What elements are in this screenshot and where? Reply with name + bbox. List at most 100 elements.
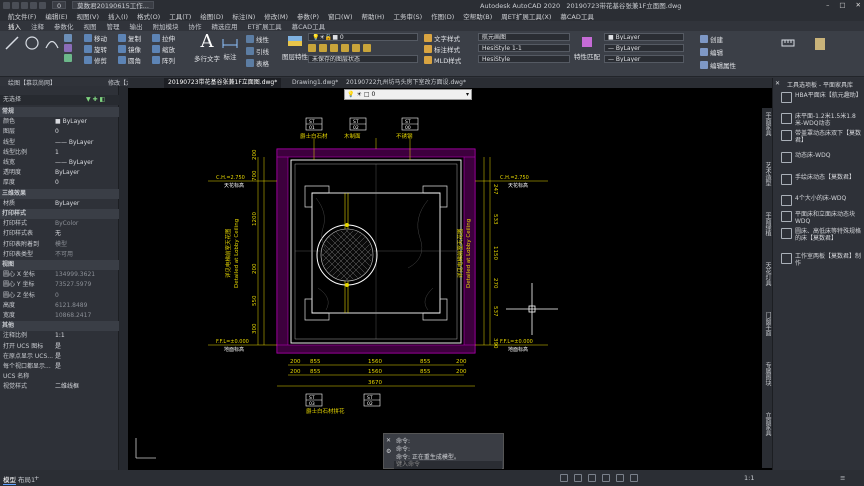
ribbon-tab[interactable]: 协作 (189, 21, 202, 31)
elevation-drawing[interactable]: 200 700 1200 200 550 300 247 533 1150 270 537 390 20… (128, 88, 772, 470)
layer-combo[interactable]: 0 (52, 1, 67, 10)
property-row[interactable]: 透明度 ByLayer (0, 168, 119, 178)
menu-item[interactable]: 工务审(S) (393, 11, 422, 21)
gradient-icon[interactable] (64, 54, 72, 62)
layer-tool-icon[interactable] (341, 44, 349, 52)
add-layout-icon[interactable]: + (34, 474, 39, 482)
modify-button[interactable]: 缩放 (152, 44, 175, 54)
property-row[interactable]: 线型 —— ByLayer (0, 138, 119, 148)
close-icon[interactable]: ✕ (775, 80, 780, 87)
property-row[interactable]: 线型比例 1 (0, 148, 119, 158)
canvas-layer-combo[interactable]: 💡 ☀ □ 0 ▾ (344, 89, 472, 100)
palette-vertical-tab[interactable]: 立面家具 (763, 412, 772, 436)
ribbon-tab[interactable]: 视图 (84, 21, 97, 31)
ribbon-tab[interactable]: ET扩展工具 (248, 21, 282, 31)
ribbon-tab[interactable]: 精选应用 (212, 21, 238, 31)
modify-button[interactable]: 拉伸 (152, 33, 175, 43)
property-row[interactable]: 高度 6121.8489 (0, 301, 119, 311)
palette-vertical-tab[interactable]: 天花灯具 (763, 262, 772, 286)
palette-vertical-tab[interactable]: 艺术造型 (763, 162, 772, 186)
layer-tool-icon[interactable] (330, 44, 338, 52)
menu-item[interactable]: 作图(D) (431, 11, 454, 21)
palette-tool-item[interactable]: 手绘床动态【莫数君】 (781, 174, 863, 185)
block-create-button[interactable]: 创建 (700, 34, 736, 44)
modify-button[interactable]: 复制 (118, 33, 141, 43)
menu-item[interactable]: 编辑(E) (45, 11, 67, 21)
new-icon[interactable] (3, 1, 10, 9)
osnap-icon[interactable] (616, 474, 624, 482)
clipboard-button[interactable] (812, 35, 828, 51)
quick-select-icon[interactable]: ▼ ✚ ◧ (86, 95, 105, 105)
property-row[interactable]: 宽度 10868.2417 (0, 311, 119, 321)
menu-item[interactable]: 周ET扩展工具(X) (501, 11, 551, 21)
material-tag[interactable]: ST02 (363, 393, 381, 407)
grid-icon[interactable] (560, 474, 568, 482)
ribbon-tab[interactable]: 慕CAD工具 (292, 21, 326, 31)
hatch-icon[interactable] (64, 44, 72, 52)
line-tool[interactable] (4, 35, 20, 51)
ribbon-tab[interactable]: 插入 (8, 21, 21, 32)
modify-button[interactable]: 移动 (84, 33, 107, 43)
material-tag[interactable]: ST01爵士白石材 (300, 117, 328, 140)
document-tab[interactable]: 20190722九州坊马头房下室改方面设.dwg* (342, 78, 470, 88)
ribbon-tab[interactable]: 参数化 (54, 21, 74, 31)
property-row[interactable]: 注释比例 1:1 (0, 331, 119, 341)
ribbon-tab[interactable]: 附加模块 (153, 21, 179, 31)
menu-item[interactable]: 修改(M) (264, 11, 288, 21)
palette-tool-item[interactable]: HBA平面床【航元趣助】 (781, 92, 863, 103)
ribbon-tab[interactable]: 输出 (130, 21, 143, 31)
selection-combo[interactable]: 无选择 ▼ ✚ ◧ (0, 95, 119, 105)
material-tag[interactable]: ST03 (305, 393, 323, 407)
document-tab[interactable]: Drawing1.dwg* (288, 78, 342, 88)
linear-dim-button[interactable]: 线性 (246, 34, 269, 44)
palette-tool-item[interactable]: 带盖罩动态床双下【莫数君】 (781, 130, 863, 144)
property-section-header[interactable]: 视图 (0, 260, 119, 270)
command-input[interactable]: 键入命令 (394, 461, 502, 469)
mld-style-dropdown[interactable]: HesiStyle (478, 55, 570, 63)
property-row[interactable]: 在原点显示 UCS... 是 (0, 352, 119, 362)
modify-button[interactable]: 修剪 (84, 55, 107, 65)
layer-tool-icon[interactable] (352, 44, 360, 52)
property-row[interactable]: 圆心 Y 坐标 73527.5979 (0, 280, 119, 290)
menu-item[interactable]: 帮助(H) (361, 11, 384, 21)
undo-icon[interactable] (30, 1, 37, 9)
property-row[interactable]: 线宽 —— ByLayer (0, 158, 119, 168)
property-row[interactable]: 厚度 0 (0, 178, 119, 188)
save-icon[interactable] (21, 1, 28, 9)
property-row[interactable]: 材质 ByLayer (0, 199, 119, 209)
dim-style-dropdown[interactable]: HesiStyle 1-1 (478, 44, 570, 52)
model-tab[interactable]: 模型 (3, 474, 16, 485)
property-row[interactable]: 打印样式表无 (0, 229, 119, 239)
property-row[interactable]: 图层 0 (0, 127, 119, 137)
table-button[interactable]: 表格 (246, 58, 269, 68)
palette-tool-item[interactable]: 动态床-WDQ (781, 152, 863, 163)
menu-item[interactable]: 绘图(D) (200, 11, 223, 21)
property-row[interactable]: 每个视口都显示... 是 (0, 362, 119, 372)
close-icon[interactable]: ✕ (386, 437, 391, 444)
layout1-tab[interactable]: 布局1 (18, 474, 35, 484)
material-tag[interactable]: ST02木制面 (344, 117, 367, 140)
maximize-icon[interactable]: □ (839, 1, 845, 9)
property-row[interactable]: 圆心 Z 坐标 0 (0, 291, 119, 301)
snap-icon[interactable] (574, 474, 582, 482)
property-row[interactable]: UCS 名称 (0, 372, 119, 382)
hamburger-icon[interactable]: ≡ (840, 474, 845, 482)
layer-tool-icon[interactable] (319, 44, 327, 52)
property-row[interactable]: 打印表附着到 模型 (0, 240, 119, 250)
property-section-header[interactable]: 常规 (0, 107, 119, 117)
property-row[interactable]: 颜色 ■ ByLayer (0, 117, 119, 127)
material-tag[interactable]: ST00不锈钢 (396, 117, 419, 140)
menu-item[interactable]: 标注(N) (232, 11, 255, 21)
property-row[interactable]: 视觉样式 二维线框 (0, 382, 119, 392)
property-row[interactable]: 打印样式 ByColor (0, 219, 119, 229)
modify-button[interactable]: 旋转 (84, 44, 107, 54)
block-edit-button[interactable]: 编辑 (700, 47, 736, 57)
rectangle-icon[interactable] (64, 34, 72, 42)
menu-item[interactable]: 参数(P) (297, 11, 319, 21)
ribbon-tab[interactable]: 注释 (31, 21, 44, 31)
palette-vertical-tab[interactable]: 平面家具 (763, 112, 772, 136)
document-tab[interactable]: 20190723带花基谷张兼1F立面图.dwg* (164, 78, 282, 88)
open-icon[interactable] (12, 1, 19, 9)
lineweight-dropdown[interactable]: — ByLayer (604, 55, 684, 63)
property-section-header[interactable]: 打印样式 (0, 209, 119, 219)
